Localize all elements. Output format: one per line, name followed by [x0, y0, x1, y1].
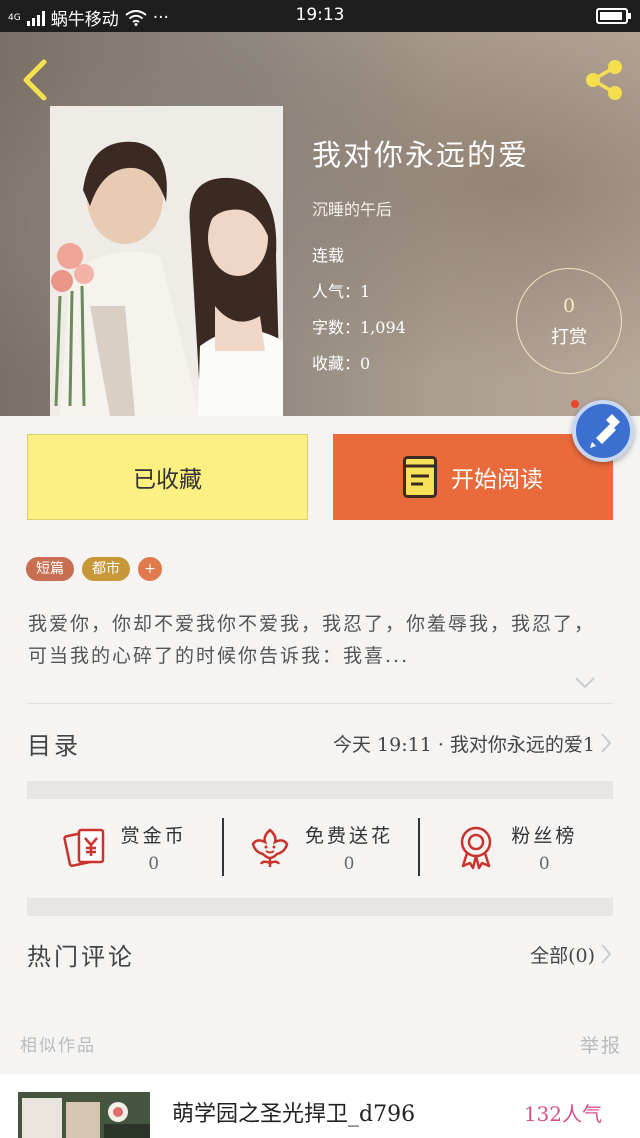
- medal-icon: [461, 826, 492, 870]
- report-link[interactable]: 举报: [580, 1031, 622, 1058]
- book-header: 我对你永远的爱 沉睡的午后 连载 人气：1 字数：1,094 收藏：0 0 打赏: [0, 32, 640, 416]
- reward-count: 0: [562, 295, 576, 317]
- book-icon: [403, 456, 437, 498]
- similar-work-popularity: 132人气: [523, 1102, 602, 1126]
- free-flower-label: 免费送花: [304, 824, 393, 847]
- similar-work-item[interactable]: 萌学园之圣光捍卫_d796 132人气: [0, 1074, 640, 1138]
- hot-comments-row[interactable]: 热门评论 全部(0): [27, 930, 613, 978]
- tag-short-story[interactable]: 短篇: [26, 557, 74, 581]
- book-title: 我对你永远的爱: [312, 138, 530, 172]
- all-comments-link[interactable]: 全部(0): [530, 941, 595, 968]
- start-reading-button[interactable]: 开始阅读: [333, 434, 613, 520]
- section-separator: [27, 781, 613, 799]
- similar-works-label: 相似作品: [20, 1036, 96, 1056]
- fan-ranking-label: 粉丝榜: [511, 824, 578, 847]
- coin-reward-value: 0: [148, 853, 160, 874]
- book-favorites: 收藏：0: [312, 354, 371, 373]
- reward-button[interactable]: 0 打赏: [516, 268, 622, 374]
- hot-comments-label: 热门评论: [27, 942, 135, 971]
- book-status: 连载: [312, 246, 345, 265]
- battery-icon: [596, 8, 631, 24]
- brush-icon: [590, 414, 620, 448]
- flower-icon: [251, 828, 289, 867]
- book-cover-image[interactable]: [50, 106, 283, 416]
- add-tag-button[interactable]: +: [138, 557, 162, 581]
- book-description[interactable]: 我爱你，你却不爱我你不爱我，我忍了，你羞辱我，我忍了，可当我的心碎了的时候你告诉…: [28, 608, 598, 672]
- back-arrow-icon[interactable]: [18, 58, 52, 102]
- similar-work-thumbnail: [18, 1092, 150, 1138]
- red-envelope-icon: [62, 828, 104, 868]
- start-reading-label: 开始阅读: [451, 467, 543, 493]
- notification-dot: [571, 400, 579, 408]
- catalog-label: 目录: [27, 731, 81, 760]
- stats-row: 赏金币 0 免费送花 0 粉丝榜 0: [27, 816, 613, 878]
- favorited-button[interactable]: 已收藏: [27, 434, 308, 520]
- fan-ranking-value: 0: [538, 853, 550, 874]
- chevron-right-icon: [601, 944, 612, 964]
- clock: 19:13: [295, 5, 345, 25]
- coin-reward-label: 赏金币: [120, 824, 187, 847]
- tag-list: 短篇 都市 +: [26, 557, 162, 581]
- coin-reward-stat[interactable]: 赏金币 0: [27, 816, 222, 878]
- favorited-label: 已收藏: [133, 467, 202, 493]
- latest-chapter: 今天 19:11 · 我对你永远的爱1: [332, 733, 595, 756]
- catalog-row[interactable]: 目录 今天 19:11 · 我对你永远的爱1: [27, 720, 613, 766]
- divider: [27, 703, 613, 704]
- tag-city[interactable]: 都市: [82, 557, 130, 581]
- chevron-right-icon: [601, 733, 612, 753]
- similar-work-title: 萌学园之圣光捍卫_d796: [172, 1102, 416, 1127]
- book-author[interactable]: 沉睡的午后: [312, 196, 529, 220]
- book-word-count: 字数：1,094: [312, 318, 406, 337]
- free-flower-value: 0: [343, 853, 355, 874]
- floating-brush-button[interactable]: [572, 400, 634, 462]
- share-icon[interactable]: [582, 58, 626, 102]
- status-bar: 4G 蜗牛移动 ··· 19:13: [0, 0, 640, 32]
- reward-label: 打赏: [551, 327, 587, 348]
- book-info: 我对你永远的爱 沉睡的午后 连载 人气：1 字数：1,094 收藏：0: [312, 132, 529, 374]
- section-separator: [27, 898, 613, 916]
- free-flower-stat[interactable]: 免费送花 0: [222, 816, 417, 878]
- chevron-down-icon[interactable]: [574, 676, 596, 690]
- book-popularity: 人气：1: [312, 282, 371, 301]
- fan-ranking-stat[interactable]: 粉丝榜 0: [417, 816, 613, 878]
